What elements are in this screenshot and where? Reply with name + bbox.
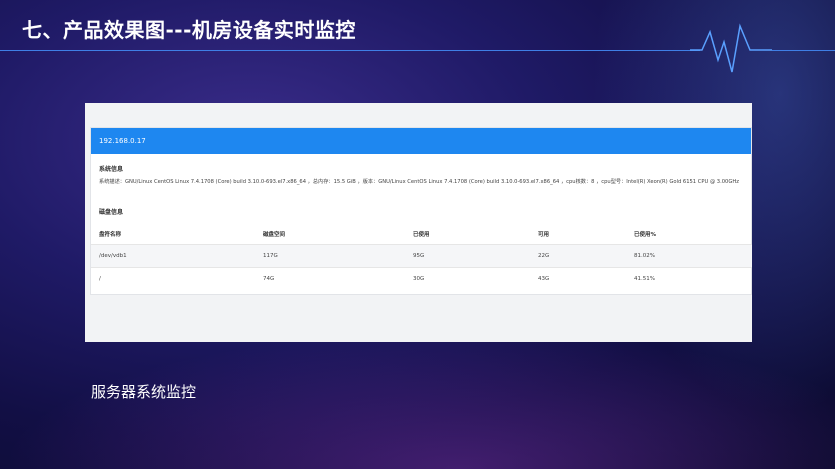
table-cell: 43G (538, 276, 550, 282)
slide-caption: 服务器系统监控 (91, 383, 197, 401)
table-cell: 74G (263, 276, 275, 282)
system-info-text: 系统描述：GNU/Linux CentOS Linux 7.4.1708 (Co… (99, 179, 739, 185)
disk-table-header: 盘符名称 磁盘空间 已使用 可用 已使用% (91, 224, 752, 245)
table-cell: 41.51% (634, 276, 655, 282)
column-header: 已使用 (405, 224, 530, 245)
server-card: 192.168.0.17 系统信息 系统描述：GNU/Linux CentOS … (90, 127, 752, 295)
table-row[interactable]: /dev/vdb1 117G 95G 22G 81.02% (91, 244, 752, 268)
disk-table: 盘符名称 磁盘空间 已使用 可用 已使用% /dev/vdb1 117G 95G… (91, 224, 752, 290)
column-header: 已使用% (626, 224, 752, 245)
table-cell: 81.02% (626, 244, 752, 268)
table-cell: 117G (255, 244, 405, 268)
table-cell: /dev/vdb1 (91, 244, 255, 268)
slide-title: 七、产品效果图---机房设备实时监控 (22, 18, 356, 42)
column-header: 可用 (530, 224, 626, 245)
table-cell: / (99, 276, 101, 282)
table-row[interactable]: / 74G 30G 43G 41.51% (91, 268, 752, 291)
disk-info-title: 磁盘信息 (99, 209, 124, 216)
heartbeat-icon (690, 23, 772, 73)
table-cell: 30G (413, 276, 425, 282)
title-underline-tail (772, 50, 835, 51)
column-header: 盘符名称 (91, 224, 255, 245)
system-info-title: 系统信息 (99, 166, 124, 173)
host-ip-header[interactable]: 192.168.0.17 (91, 128, 751, 154)
column-header: 磁盘空间 (255, 224, 405, 245)
table-cell: 22G (530, 244, 626, 268)
table-cell: 95G (405, 244, 530, 268)
title-underline (0, 50, 700, 51)
monitor-screenshot: 192.168.0.17 系统信息 系统描述：GNU/Linux CentOS … (85, 103, 752, 342)
